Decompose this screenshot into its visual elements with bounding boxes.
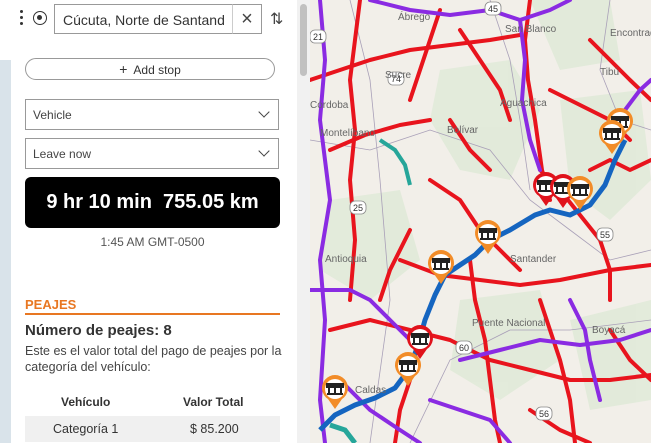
place-label: Puente Nacional <box>472 318 545 329</box>
route-shield: 21 <box>310 29 327 44</box>
route-shield: 55 <box>596 227 614 242</box>
road-teal <box>378 138 412 186</box>
drag-handle-icon[interactable] <box>20 10 24 26</box>
place-label: Ábrego <box>398 10 431 23</box>
chevron-down-icon <box>258 145 270 157</box>
chevron-down-icon <box>258 106 270 118</box>
plus-icon: + <box>119 61 128 77</box>
toll-count: Número de peajes: 8 <box>25 322 172 339</box>
add-stop-button[interactable]: + Add stop <box>25 58 275 80</box>
route-shield: 45 <box>484 1 502 16</box>
route-shield: 60 <box>455 340 473 355</box>
tolls-divider <box>25 313 280 315</box>
place-label: Montelíbano <box>320 128 375 139</box>
clear-origin-button[interactable]: × <box>232 4 262 34</box>
toll-description: Este es el valor total del pago de peaje… <box>25 344 282 374</box>
toll-marker-icon[interactable] <box>322 375 348 409</box>
origin-input-value: Cúcuta, Norte de Santand <box>63 12 225 28</box>
directions-sidebar: Cúcuta, Norte de Santand × ⇅ + Add stop V… <box>0 0 310 443</box>
map-view[interactable]: 45 21 74 25 55 60 56 Ábrego San Blanco T… <box>310 0 651 443</box>
route-shield-label: 25 <box>353 203 363 213</box>
place-label: Aguachica <box>500 98 547 109</box>
place-label: Boyacá <box>592 325 626 336</box>
depart-time-select-value: Leave now <box>33 147 92 161</box>
place-label: Tibú <box>600 67 619 78</box>
route-shield-label: 56 <box>539 409 549 419</box>
route-shield-label: 21 <box>313 32 323 42</box>
route-distance: 755.05 km <box>163 191 259 213</box>
vehicle-select[interactable]: Vehicle <box>25 99 279 130</box>
place-label: Bolívar <box>447 125 479 136</box>
place-label: Santander <box>510 254 557 265</box>
toll-row-total: $ 85.200 <box>190 422 239 436</box>
route-shield-label: 60 <box>459 343 469 353</box>
route-summary: 9 hr 10 min 755.05 km <box>25 177 280 228</box>
route-shield-label: 45 <box>488 4 498 14</box>
place-label: Antioquia <box>325 254 367 265</box>
place-label: Córdoba <box>310 100 349 111</box>
toll-table-header-vehicle: Vehículo <box>61 395 111 409</box>
toll-marker-icon[interactable] <box>428 250 454 284</box>
road-teal-2 <box>329 422 357 443</box>
table-row: Categoría 1 $ 85.200 <box>25 416 280 442</box>
depart-time-select[interactable]: Leave now <box>25 138 279 169</box>
route-shield-label: 55 <box>600 230 610 240</box>
route-duration: 9 hr 10 min <box>46 191 152 213</box>
swap-stops-icon[interactable]: ⇅ <box>270 9 283 29</box>
route-shield: 56 <box>535 406 553 421</box>
toll-table-header-total: Valor Total <box>183 395 244 409</box>
origin-marker-icon <box>33 11 47 25</box>
origin-input[interactable]: Cúcuta, Norte de Santand <box>54 4 259 34</box>
left-strip-top <box>0 0 11 60</box>
left-map-strip <box>0 0 11 443</box>
place-label: Caldas <box>355 385 386 396</box>
toll-row-vehicle: Categoría 1 <box>53 422 119 436</box>
departure-time: 1:45 AM GMT-0500 <box>100 235 205 249</box>
route-shield: 25 <box>349 200 367 215</box>
tolls-section-title: PEAJES <box>25 297 77 312</box>
place-label: Encontrado <box>610 28 651 39</box>
vehicle-select-value: Vehicle <box>33 108 72 122</box>
sidebar-scroll-thumb[interactable] <box>300 4 307 76</box>
close-icon: × <box>241 8 253 30</box>
place-label: Sucre <box>385 70 412 81</box>
map-canvas[interactable]: 45 21 74 25 55 60 56 Ábrego San Blanco T… <box>310 0 651 443</box>
add-stop-label: Add stop <box>133 63 181 77</box>
place-label: San Blanco <box>505 24 557 35</box>
